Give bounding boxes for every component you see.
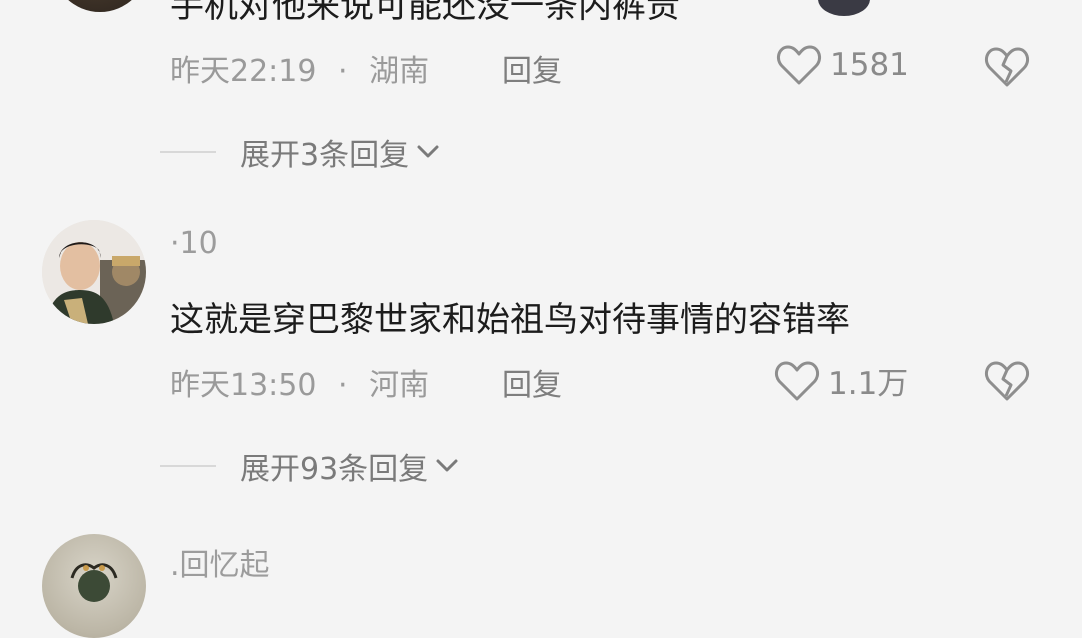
expand-replies-label: 展开3条回复 [240,138,410,173]
username[interactable]: .回忆起 [170,540,270,584]
comment-region: 河南 [369,368,430,403]
comment-item: .回忆起 [0,510,1082,638]
expand-replies-button[interactable]: 展开3条回复 [160,130,443,174]
heart-outline-icon [776,44,822,86]
broken-heart-icon [984,360,1030,402]
reply-button[interactable]: 回复 [502,46,562,90]
comment-item: ·10 这就是穿巴黎世家和始祖鸟对待事情的容错率 昨天13:50 · 河南 回复… [0,200,1082,510]
chevron-down-icon [413,137,443,167]
expand-divider [160,465,216,467]
dislike-button[interactable] [984,46,1030,92]
like-button[interactable]: 1.1万 [774,358,908,403]
comment-text: 这就是穿巴黎世家和始祖鸟对待事情的容错率 [170,300,850,340]
broken-heart-icon [984,46,1030,88]
emoji-icon [818,0,870,16]
meta-separator: · [338,368,348,403]
like-button[interactable]: 1581 [776,44,909,86]
comment-meta: 昨天13:50 · 河南 [170,360,429,404]
meta-separator: · [338,54,348,89]
chevron-down-icon [432,451,462,481]
expand-replies-button[interactable]: 展开93条回复 [160,444,462,488]
comment-item: 手机对他来说可能还没一条内裤贵 昨天22:19 · 湖南 回复 1581 展开3… [0,0,1082,200]
avatar[interactable] [52,0,148,12]
like-count: 1.1万 [828,366,909,402]
comment-time: 昨天13:50 [170,368,317,403]
avatar[interactable] [42,534,146,638]
comment-region: 湖南 [369,54,430,89]
dislike-button[interactable] [984,360,1030,406]
like-count: 1581 [830,47,909,83]
username[interactable]: ·10 [170,226,218,261]
comment-text: 手机对他来说可能还没一条内裤贵 [170,0,680,26]
comment-time: 昨天22:19 [170,54,317,89]
expand-divider [160,151,216,153]
avatar[interactable] [42,220,146,324]
heart-outline-icon [774,360,820,402]
expand-replies-label: 展开93条回复 [240,452,429,487]
comment-meta: 昨天22:19 · 湖南 [170,46,429,90]
reply-button[interactable]: 回复 [502,360,562,404]
